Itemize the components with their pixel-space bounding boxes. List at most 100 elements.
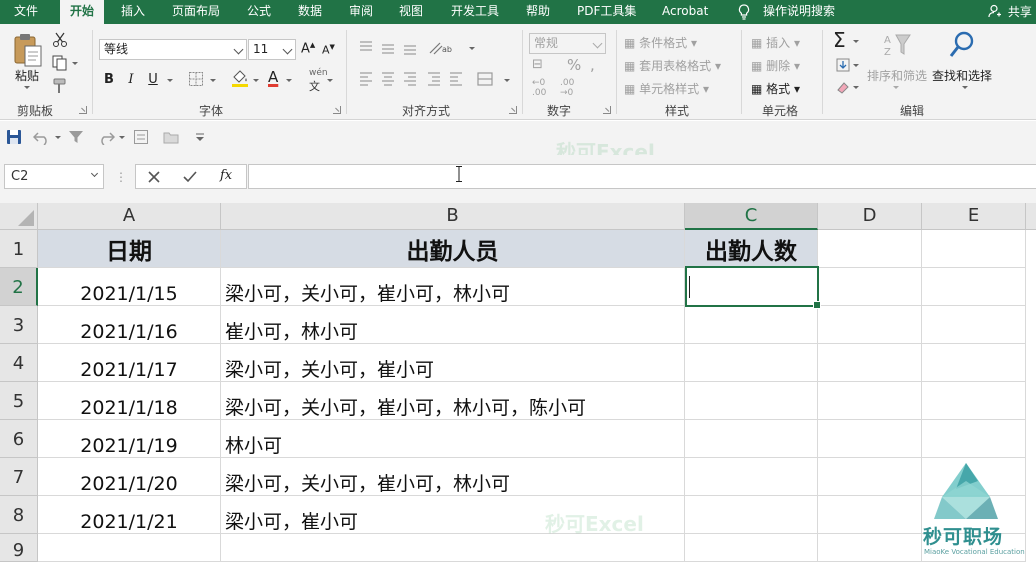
row-header-5[interactable]: 5 bbox=[0, 382, 38, 420]
row-header-2[interactable]: 2 bbox=[0, 268, 38, 306]
cell-e6[interactable] bbox=[922, 420, 1026, 458]
column-header-f[interactable] bbox=[1026, 203, 1036, 230]
cell-d2[interactable] bbox=[818, 268, 922, 306]
confirm-entry-icon[interactable] bbox=[183, 170, 197, 183]
share-button[interactable]: 共享 bbox=[988, 3, 1032, 21]
tab-file[interactable]: 文件 bbox=[14, 0, 38, 24]
filter-icon[interactable] bbox=[68, 129, 84, 145]
italic-button[interactable]: I bbox=[124, 72, 138, 87]
comma-icon[interactable]: , bbox=[590, 56, 595, 74]
cell-b6[interactable]: 林小可 bbox=[221, 420, 685, 458]
format-painter-icon[interactable] bbox=[52, 78, 68, 94]
cut-icon[interactable] bbox=[52, 32, 68, 48]
phonetic-guide-icon[interactable]: wén 文 bbox=[309, 68, 328, 94]
tab-pdf-tools[interactable]: PDF工具集 bbox=[577, 0, 636, 24]
cell-a9[interactable] bbox=[38, 534, 221, 562]
autosum-dropdown-icon[interactable] bbox=[853, 40, 859, 43]
format-as-table-button[interactable]: ▦ 套用表格格式 ▾ bbox=[624, 57, 721, 74]
save-icon[interactable] bbox=[6, 129, 22, 145]
row-header-4[interactable]: 4 bbox=[0, 344, 38, 382]
clear-icon[interactable] bbox=[835, 79, 851, 95]
format-cells-button[interactable]: ▦ 格式 ▾ bbox=[751, 80, 800, 97]
cell-c9[interactable] bbox=[685, 534, 818, 562]
cell-b9[interactable] bbox=[221, 534, 685, 562]
horizontal-align-icons[interactable] bbox=[358, 71, 508, 87]
cell-c7[interactable] bbox=[685, 458, 818, 496]
underline-dropdown-icon[interactable] bbox=[167, 79, 173, 82]
row-header-7[interactable]: 7 bbox=[0, 458, 38, 496]
cell-a7[interactable]: 2021/1/20 bbox=[38, 458, 221, 496]
tell-me-search[interactable]: 操作说明搜索 bbox=[763, 0, 835, 24]
font-color-icon[interactable]: A bbox=[268, 68, 278, 86]
font-color-dropdown-icon[interactable] bbox=[286, 79, 292, 82]
cell-a6[interactable]: 2021/1/19 bbox=[38, 420, 221, 458]
cell-b7[interactable]: 梁小可，关小可，崔小可，林小可 bbox=[221, 458, 685, 496]
cell-d8[interactable] bbox=[818, 496, 922, 534]
copy-icon[interactable] bbox=[52, 55, 68, 71]
paste-icon[interactable] bbox=[12, 32, 44, 68]
cell-d3[interactable] bbox=[818, 306, 922, 344]
orientation-dropdown-icon[interactable] bbox=[469, 47, 475, 50]
cell-d7[interactable] bbox=[818, 458, 922, 496]
redo-icon[interactable] bbox=[97, 129, 115, 145]
number-launcher-icon[interactable] bbox=[603, 106, 611, 114]
cell-c8[interactable] bbox=[685, 496, 818, 534]
cell-e4[interactable] bbox=[922, 344, 1026, 382]
fill-dropdown-icon[interactable] bbox=[853, 64, 859, 67]
undo-icon[interactable] bbox=[33, 129, 51, 145]
row-header-6[interactable]: 6 bbox=[0, 420, 38, 458]
tab-help[interactable]: 帮助 bbox=[526, 0, 550, 24]
column-header-d[interactable]: D bbox=[818, 203, 922, 230]
cell-e1[interactable] bbox=[922, 230, 1026, 268]
cell-a4[interactable]: 2021/1/17 bbox=[38, 344, 221, 382]
tab-page-layout[interactable]: 页面布局 bbox=[172, 0, 220, 24]
tab-developer[interactable]: 开发工具 bbox=[451, 0, 499, 24]
font-name-select[interactable]: 等线 bbox=[99, 39, 247, 60]
sort-filter-label[interactable]: 排序和筛选 bbox=[867, 67, 927, 84]
conditional-formatting-button[interactable]: ▦ 条件格式 ▾ bbox=[624, 34, 697, 51]
cell-a1[interactable]: 日期 bbox=[38, 230, 221, 268]
cell-c6[interactable] bbox=[685, 420, 818, 458]
row-header-9[interactable]: 9 bbox=[0, 534, 38, 562]
cell-d6[interactable] bbox=[818, 420, 922, 458]
tab-home[interactable]: 开始 bbox=[60, 0, 105, 24]
cell-b4[interactable]: 梁小可，关小可，崔小可 bbox=[221, 344, 685, 382]
cell-a2[interactable]: 2021/1/15 bbox=[38, 268, 221, 306]
copy-dropdown-icon[interactable] bbox=[72, 62, 78, 65]
cell-a3[interactable]: 2021/1/16 bbox=[38, 306, 221, 344]
fill-icon[interactable] bbox=[835, 57, 851, 73]
cell-styles-button[interactable]: ▦ 单元格样式 ▾ bbox=[624, 80, 709, 97]
number-format-select[interactable]: 常规 bbox=[529, 33, 606, 54]
column-header-c[interactable]: C bbox=[685, 203, 818, 230]
cell-c4[interactable] bbox=[685, 344, 818, 382]
borders-icon[interactable] bbox=[188, 71, 204, 87]
cell-e2[interactable] bbox=[922, 268, 1026, 306]
autosum-icon[interactable]: Σ bbox=[833, 28, 846, 52]
formula-input[interactable] bbox=[248, 164, 1036, 189]
merge-dropdown-icon[interactable] bbox=[504, 79, 510, 82]
cell-b1[interactable]: 出勤人员 bbox=[221, 230, 685, 268]
undo-dropdown-icon[interactable] bbox=[55, 136, 61, 139]
cell-c3[interactable] bbox=[685, 306, 818, 344]
cell-e3[interactable] bbox=[922, 306, 1026, 344]
cancel-entry-icon[interactable] bbox=[148, 171, 160, 183]
cell-c5[interactable] bbox=[685, 382, 818, 420]
row-header-1[interactable]: 1 bbox=[0, 230, 38, 268]
find-select-label[interactable]: 查找和选择 bbox=[932, 67, 992, 84]
customize-qat-icon[interactable] bbox=[194, 129, 206, 145]
vertical-align-icons[interactable]: ab bbox=[358, 40, 468, 56]
increase-decimal-icon[interactable]: ←0.00 bbox=[532, 78, 546, 98]
cell-e5[interactable] bbox=[922, 382, 1026, 420]
cell-d4[interactable] bbox=[818, 344, 922, 382]
select-all-button[interactable] bbox=[0, 203, 38, 230]
clear-dropdown-icon[interactable] bbox=[853, 86, 859, 89]
tab-review[interactable]: 审阅 bbox=[349, 0, 373, 24]
search-icon[interactable] bbox=[948, 30, 976, 60]
percent-icon[interactable]: % bbox=[567, 56, 581, 74]
open-folder-icon[interactable] bbox=[163, 129, 179, 145]
tab-data[interactable]: 数据 bbox=[298, 0, 322, 24]
name-box[interactable]: C2 bbox=[4, 164, 104, 189]
bold-button[interactable]: B bbox=[102, 72, 116, 87]
increase-font-size-icon[interactable]: A▲ bbox=[301, 41, 315, 56]
tab-view[interactable]: 视图 bbox=[399, 0, 423, 24]
